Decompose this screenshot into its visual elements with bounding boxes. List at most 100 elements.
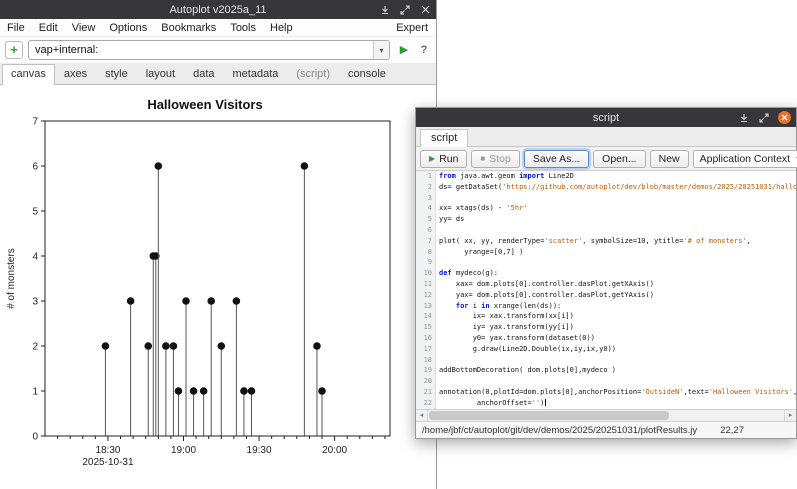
code-text xyxy=(436,225,796,236)
add-plot-button[interactable]: + xyxy=(5,41,23,59)
scroll-left-icon[interactable]: ◂ xyxy=(416,410,428,421)
close-icon[interactable] xyxy=(419,4,431,16)
code-line[interactable]: 20 xyxy=(416,376,796,387)
code-text: yax= dom.plots[0].controller.dasPlot.get… xyxy=(436,290,796,301)
code-lines[interactable]: 1from java.awt.geom import Line2D2ds= ge… xyxy=(416,171,796,409)
menu-help[interactable]: Help xyxy=(263,19,300,36)
code-line[interactable]: 16 y0= yax.transform(dataset(0)) xyxy=(416,333,796,344)
tab-layout[interactable]: layout xyxy=(137,64,184,84)
code-line[interactable]: 14 ix= xax.transform(xx[i]) xyxy=(416,311,796,322)
line-number: 22 xyxy=(416,398,436,409)
code-line[interactable]: 18 xyxy=(416,355,796,366)
maximize-icon[interactable] xyxy=(758,112,770,124)
code-text: xx= xtags(ds) - '5hr' xyxy=(436,203,796,214)
menu-tools[interactable]: Tools xyxy=(223,19,263,36)
uri-combobox[interactable]: vap+internal: ▾ xyxy=(28,40,390,60)
scroll-right-icon[interactable]: ▸ xyxy=(784,410,796,421)
minimize-icon[interactable] xyxy=(379,4,391,16)
maximize-icon[interactable] xyxy=(399,4,411,16)
script-titlebar[interactable]: script xyxy=(416,108,796,127)
code-line[interactable]: 12 yax= dom.plots[0].controller.dasPlot.… xyxy=(416,290,796,301)
script-window-title: script xyxy=(593,112,619,124)
code-text: xax= dom.plots[0].controller.dasPlot.get… xyxy=(436,279,796,290)
code-line[interactable]: 3 xyxy=(416,193,796,204)
tab-canvas[interactable]: canvas xyxy=(2,64,55,85)
close-icon[interactable] xyxy=(778,111,791,124)
code-line[interactable]: 19addBottomDecoration( dom.plots[0],myde… xyxy=(416,365,796,376)
new-button[interactable]: New xyxy=(650,150,689,168)
horizontal-scrollbar[interactable]: ◂ ▸ xyxy=(416,409,796,421)
svg-text:3: 3 xyxy=(32,297,38,308)
code-text: g.draw(Line2D.Double(ix,iy,ix,y0)) xyxy=(436,344,796,355)
code-line[interactable]: 4xx= xtags(ds) - '5hr' xyxy=(416,203,796,214)
line-number: 15 xyxy=(416,322,436,333)
menu-view[interactable]: View xyxy=(65,19,103,36)
menu-bar: FileEditViewOptionsBookmarksToolsHelp xyxy=(0,19,436,37)
code-text xyxy=(436,257,796,268)
code-line[interactable]: 5yy= ds xyxy=(416,214,796,225)
tab-data[interactable]: data xyxy=(184,64,223,84)
menu-file[interactable]: File xyxy=(0,19,32,36)
code-line[interactable]: 11 xax= dom.plots[0].controller.dasPlot.… xyxy=(416,279,796,290)
code-line[interactable]: 17 g.draw(Line2D.Double(ix,iy,ix,y0)) xyxy=(416,344,796,355)
svg-text:6: 6 xyxy=(32,162,38,173)
line-number: 11 xyxy=(416,279,436,290)
open-button[interactable]: Open... xyxy=(593,150,645,168)
code-line[interactable]: 2ds= getDataSet('https://github.com/auto… xyxy=(416,182,796,193)
code-text xyxy=(436,355,796,366)
menu-bookmarks[interactable]: Bookmarks xyxy=(154,19,223,36)
code-line[interactable]: 10def mydeco(g): xyxy=(416,268,796,279)
run-button[interactable]: ▶ Run xyxy=(420,150,467,168)
code-line[interactable]: 21annotation(0,plotId=dom.plots[0],ancho… xyxy=(416,387,796,398)
tab-metadata[interactable]: metadata xyxy=(224,64,288,84)
script-tab-bar: script xyxy=(416,127,796,147)
code-line[interactable]: 1from java.awt.geom import Line2D xyxy=(416,171,796,182)
plot-canvas[interactable]: 0123456718:3019:0019:3020:002025-10-31# … xyxy=(0,109,410,484)
tab-script[interactable]: script xyxy=(420,129,468,147)
code-line[interactable]: 7plot( xx, yy, renderType='scatter', sym… xyxy=(416,236,796,247)
line-number: 12 xyxy=(416,290,436,301)
svg-text:0: 0 xyxy=(32,432,38,443)
code-text: ds= getDataSet('https://github.com/autop… xyxy=(436,182,796,193)
desktop: { "colors": { "titlebar": "#37373b", "cl… xyxy=(0,0,797,489)
svg-text:2025-10-31: 2025-10-31 xyxy=(82,457,134,468)
autoplot-titlebar[interactable]: Autoplot v2025a_11 xyxy=(0,0,436,19)
menu-options[interactable]: Options xyxy=(102,19,154,36)
tab-axes[interactable]: axes xyxy=(55,64,96,84)
code-line[interactable]: 22 anchorOffset='') xyxy=(416,398,796,409)
code-line[interactable]: 15 iy= yax.transform(yy[i]) xyxy=(416,322,796,333)
line-number: 5 xyxy=(416,214,436,225)
code-text: annotation(0,plotId=dom.plots[0],anchorP… xyxy=(436,387,796,398)
svg-text:5: 5 xyxy=(32,207,38,218)
line-number: 17 xyxy=(416,344,436,355)
menu-edit[interactable]: Edit xyxy=(32,19,65,36)
uri-input[interactable]: vap+internal: xyxy=(29,44,373,56)
autoplot-window: Autoplot v2025a_11 FileEditViewOptionsBo… xyxy=(0,0,437,489)
save-as-button[interactable]: Save As... xyxy=(524,150,589,168)
code-line[interactable]: 13 for i in xrange(len(ds)): xyxy=(416,301,796,312)
inspect-button[interactable]: ? xyxy=(416,42,432,58)
line-number: 3 xyxy=(416,193,436,204)
line-number: 1 xyxy=(416,171,436,182)
code-line[interactable]: 8 yrange=[0,7] ) xyxy=(416,247,796,258)
chevron-down-icon[interactable]: ▾ xyxy=(373,41,389,59)
tab-console[interactable]: console xyxy=(339,64,395,84)
scrollbar-thumb[interactable] xyxy=(429,411,669,420)
tab-style[interactable]: style xyxy=(96,64,137,84)
script-status-bar: /home/jbf/ct/autoplot/git/dev/demos/2025… xyxy=(416,421,796,438)
code-line[interactable]: 9 xyxy=(416,257,796,268)
context-select[interactable]: Application Context ▾ xyxy=(693,150,797,168)
code-text xyxy=(436,376,796,387)
go-button[interactable]: ▶ xyxy=(396,42,412,58)
code-line[interactable]: 6 xyxy=(416,225,796,236)
tab-script[interactable]: (script) xyxy=(287,64,339,84)
stop-button[interactable]: ■ Stop xyxy=(471,150,519,168)
line-number: 19 xyxy=(416,365,436,376)
window-title: Autoplot v2025a_11 xyxy=(169,4,266,16)
code-editor[interactable]: 1from java.awt.geom import Line2D2ds= ge… xyxy=(416,171,796,421)
script-toolbar: ▶ Run ■ Stop Save As... Open... New Appl… xyxy=(416,147,796,171)
run-icon: ▶ xyxy=(429,154,435,163)
line-number: 10 xyxy=(416,268,436,279)
minimize-icon[interactable] xyxy=(738,112,750,124)
expert-mode-label[interactable]: Expert xyxy=(396,22,428,34)
